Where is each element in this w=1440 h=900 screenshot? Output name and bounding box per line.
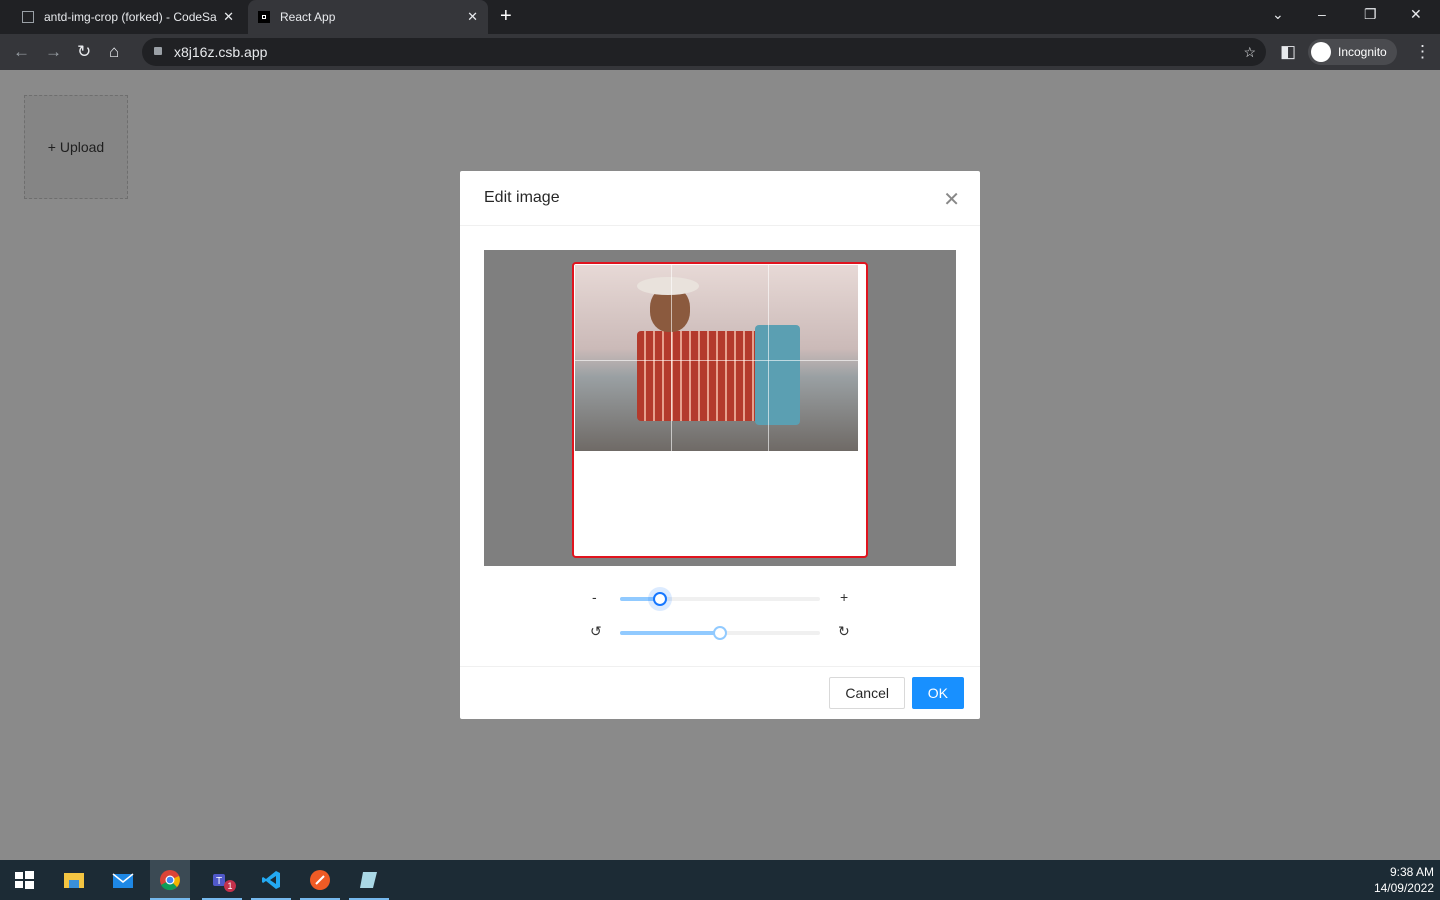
rotate-left-icon[interactable]: ↺ xyxy=(590,623,602,640)
accordion-shape xyxy=(755,325,800,425)
notification-badge: 1 xyxy=(224,880,236,892)
bookmark-star-icon[interactable]: ☆ xyxy=(1243,44,1256,61)
crop-box[interactable] xyxy=(572,262,868,558)
taskbar-chrome[interactable] xyxy=(150,860,190,900)
address-bar[interactable]: x8j16z.csb.app ☆ xyxy=(142,38,1266,66)
minimize-icon[interactable]: – xyxy=(1318,6,1326,22)
photo-image xyxy=(575,265,858,451)
incognito-profile[interactable]: Incognito xyxy=(1308,39,1397,65)
cancel-button[interactable]: Cancel xyxy=(829,677,905,709)
zoom-slider-handle[interactable] xyxy=(653,592,667,606)
svg-text:T: T xyxy=(216,876,222,887)
tab-search-icon[interactable]: ⌄ xyxy=(1272,6,1284,23)
zoom-in-button[interactable]: + xyxy=(840,589,848,605)
postman-icon xyxy=(310,870,330,890)
rotate-slider-row: ↺ ↻ xyxy=(590,623,850,643)
favicon-icon xyxy=(258,11,270,23)
grid-line xyxy=(768,264,769,556)
tab-react-app[interactable]: React App ✕ xyxy=(248,0,488,34)
close-window-icon[interactable]: ✕ xyxy=(1410,6,1422,23)
taskbar-notepad[interactable] xyxy=(349,860,389,900)
crop-area[interactable] xyxy=(484,250,956,566)
rotate-right-icon[interactable]: ↻ xyxy=(838,623,850,640)
zoom-slider[interactable] xyxy=(620,592,820,606)
modal-title: Edit image xyxy=(460,171,980,226)
rotate-slider-fill xyxy=(620,631,720,635)
folder-icon xyxy=(64,873,84,888)
close-tab-icon[interactable]: ✕ xyxy=(467,9,478,25)
home-icon[interactable]: ⌂ xyxy=(109,42,119,62)
modal-footer: Cancel OK xyxy=(460,666,980,719)
forward-icon[interactable]: → xyxy=(45,42,62,62)
zoom-out-button[interactable]: - xyxy=(592,589,597,605)
ok-button[interactable]: OK xyxy=(911,677,964,709)
new-tab-icon[interactable]: + xyxy=(500,5,512,28)
browser-toolbar: ← → ↻ ⌂ x8j16z.csb.app ☆ ◧ Incognito ⋮ xyxy=(0,34,1440,70)
mail-icon xyxy=(112,873,134,888)
edit-image-modal: Edit image ✕ - + ↺ ↻ Cancel OK xyxy=(460,171,980,719)
windows-icon xyxy=(15,871,34,889)
tab-codesandbox[interactable]: antd-img-crop (forked) - CodeSa ✕ xyxy=(12,0,244,34)
system-clock[interactable]: 9:38 AM 14/09/2022 xyxy=(1374,864,1434,896)
side-panel-icon[interactable]: ◧ xyxy=(1280,42,1296,62)
menu-icon[interactable]: ⋮ xyxy=(1414,42,1431,62)
rotate-slider-handle[interactable] xyxy=(713,626,727,640)
grid-line xyxy=(574,458,866,459)
close-tab-icon[interactable]: ✕ xyxy=(223,9,234,25)
back-icon[interactable]: ← xyxy=(13,42,30,62)
rotate-slider[interactable] xyxy=(620,626,820,640)
grid-line xyxy=(574,360,866,361)
taskbar-mail[interactable] xyxy=(103,860,143,900)
chrome-icon xyxy=(160,870,180,891)
restore-icon[interactable]: ❐ xyxy=(1364,6,1377,23)
clock-time: 9:38 AM xyxy=(1389,865,1434,879)
upload-button[interactable]: + Upload xyxy=(24,95,128,199)
lock-icon xyxy=(154,47,162,55)
notepad-icon xyxy=(360,872,377,888)
zoom-slider-row: - + xyxy=(590,589,850,609)
favicon-icon xyxy=(22,11,34,23)
hat-shape xyxy=(637,277,699,295)
vscode-icon xyxy=(262,871,280,889)
start-button[interactable] xyxy=(4,860,44,900)
tab-bar: antd-img-crop (forked) - CodeSa ✕ React A… xyxy=(0,0,1440,34)
taskbar-vscode[interactable] xyxy=(251,860,291,900)
incognito-icon xyxy=(1311,42,1331,62)
grid-line xyxy=(671,264,672,556)
clock-date: 14/09/2022 xyxy=(1373,881,1434,895)
reload-icon[interactable]: ↻ xyxy=(77,42,91,62)
taskbar-teams[interactable]: T1 xyxy=(202,860,242,900)
taskbar-file-explorer[interactable] xyxy=(54,860,94,900)
close-icon[interactable]: ✕ xyxy=(943,187,960,212)
taskbar-postman[interactable] xyxy=(300,860,340,900)
taskbar: T1 9:38 AM 14/09/2022 xyxy=(0,860,1440,900)
